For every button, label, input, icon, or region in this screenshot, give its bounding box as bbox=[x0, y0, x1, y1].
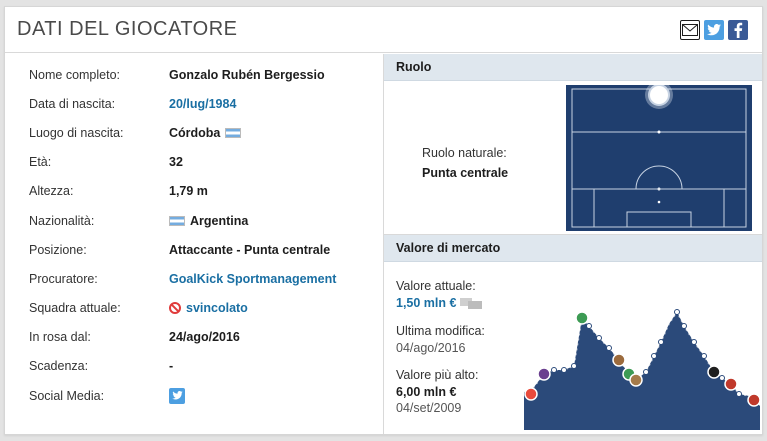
mail-icon[interactable] bbox=[680, 19, 700, 40]
info-label: Scadenza: bbox=[29, 359, 89, 374]
twitter-icon[interactable] bbox=[704, 19, 724, 40]
info-value: 32 bbox=[169, 155, 183, 170]
current-value[interactable]: 1,50 mln € bbox=[396, 295, 485, 312]
info-label: Età: bbox=[29, 155, 52, 170]
market-value-graph[interactable] bbox=[524, 302, 764, 430]
info-value: Attaccante - Punta centrale bbox=[169, 242, 331, 257]
info-label: Social Media: bbox=[29, 388, 105, 403]
info-label: Squadra attuale: bbox=[29, 301, 121, 316]
club-logo-icon bbox=[724, 377, 738, 391]
club-logo-icon bbox=[575, 311, 589, 325]
club-logo-icon bbox=[747, 393, 761, 407]
info-label: Data di nascita: bbox=[29, 96, 116, 111]
info-row-age: Età: 32 bbox=[29, 148, 383, 177]
natural-role-label: Ruolo naturale: bbox=[422, 146, 507, 160]
info-label: Nazionalità: bbox=[29, 213, 95, 228]
facebook-icon[interactable] bbox=[728, 19, 748, 40]
market-value-info: Valore attuale: 1,50 mln € Ultima modifi… bbox=[396, 278, 485, 417]
natural-role-value: Punta centrale bbox=[422, 166, 509, 180]
last-change-date: 04/ago/2016 bbox=[396, 340, 466, 355]
info-row-current-club: Squadra attuale: svincolato bbox=[29, 294, 383, 323]
info-value bbox=[169, 387, 185, 404]
info-row-contract-expiry: Scadenza: - bbox=[29, 352, 383, 381]
ruolo-section: Ruolo naturale: Punta centrale bbox=[384, 81, 762, 235]
info-label: Altezza: bbox=[29, 184, 74, 199]
no-club-icon bbox=[169, 302, 181, 315]
birth-date-link[interactable]: 20/lug/1984 bbox=[169, 97, 236, 111]
info-row-joined: In rosa dal: 24/ago/2016 bbox=[29, 323, 383, 352]
info-value: 24/ago/2016 bbox=[169, 330, 240, 345]
info-row-birth-place: Luogo di nascita: Córdoba bbox=[29, 118, 383, 147]
club-logo-icon bbox=[537, 367, 551, 381]
highest-value: 6,00 mln € bbox=[396, 384, 457, 399]
agent-link[interactable]: GoalKick Sportmanagement bbox=[169, 272, 336, 286]
info-row-social-media: Social Media: bbox=[29, 381, 383, 410]
right-panel: Ruolo Ruolo naturale: Punta centrale Val… bbox=[384, 54, 762, 434]
info-value: Argentina bbox=[169, 214, 248, 228]
info-row-agent: Procuratore: GoalKick Sportmanagement bbox=[29, 264, 383, 293]
ruolo-section-title: Ruolo bbox=[384, 54, 762, 81]
current-value-amount: 1,50 mln € bbox=[396, 295, 457, 310]
player-data-card: DATI DEL GIOCATORE Nome completo: Gonzal… bbox=[4, 6, 763, 435]
info-label: In rosa dal: bbox=[29, 330, 91, 345]
info-label: Nome completo: bbox=[29, 67, 121, 82]
info-label: Posizione: bbox=[29, 242, 87, 257]
current-club-link[interactable]: svincolato bbox=[169, 301, 248, 315]
info-row-height: Altezza: 1,79 m bbox=[29, 177, 383, 206]
highest-value-label: Valore più alto: bbox=[396, 368, 479, 382]
info-value: 1,79 m bbox=[169, 184, 208, 199]
market-value-section-title: Valore di mercato bbox=[384, 235, 762, 262]
pitch-diagram bbox=[566, 85, 752, 231]
highest-value-date: 04/set/2009 bbox=[396, 401, 462, 415]
argentina-flag-icon bbox=[169, 215, 185, 226]
natural-role: Ruolo naturale: Punta centrale bbox=[422, 143, 508, 183]
position-marker bbox=[648, 85, 670, 106]
club-logo-icon bbox=[707, 365, 721, 379]
last-change-label: Ultima modifica: bbox=[396, 324, 485, 338]
card-title: DATI DEL GIOCATORE bbox=[17, 18, 238, 40]
club-logo-icon bbox=[629, 373, 643, 387]
info-row-full-name: Nome completo: Gonzalo Rubén Bergessio bbox=[29, 60, 383, 89]
info-value: Córdoba bbox=[169, 125, 242, 140]
current-club-value: svincolato bbox=[186, 301, 248, 316]
market-value-section: Valore attuale: 1,50 mln € Ultima modifi… bbox=[384, 262, 762, 434]
argentina-flag-icon bbox=[225, 127, 242, 138]
nationality-value: Argentina bbox=[190, 213, 249, 228]
birth-place-value: Córdoba bbox=[169, 125, 221, 140]
info-row-birth-date: Data di nascita: 20/lug/1984 bbox=[29, 89, 383, 118]
current-value-label: Valore attuale: bbox=[396, 279, 476, 293]
player-info-list: Nome completo: Gonzalo Rubén Bergessio D… bbox=[5, 54, 384, 434]
info-value: - bbox=[169, 359, 174, 374]
comments-icon bbox=[459, 297, 482, 309]
card-header: DATI DEL GIOCATORE bbox=[5, 7, 762, 53]
share-buttons bbox=[680, 19, 748, 40]
info-label: Luogo di nascita: bbox=[29, 125, 124, 140]
info-row-position: Posizione: Attaccante - Punta centrale bbox=[29, 235, 383, 264]
club-logo-icon bbox=[524, 387, 538, 401]
info-row-nationality: Nazionalità: Argentina bbox=[29, 206, 383, 235]
club-logo-icon bbox=[612, 353, 626, 367]
graph-area bbox=[524, 312, 760, 430]
info-value: Gonzalo Rubén Bergessio bbox=[169, 67, 325, 82]
info-label: Procuratore: bbox=[29, 271, 98, 286]
twitter-icon[interactable] bbox=[169, 387, 185, 404]
